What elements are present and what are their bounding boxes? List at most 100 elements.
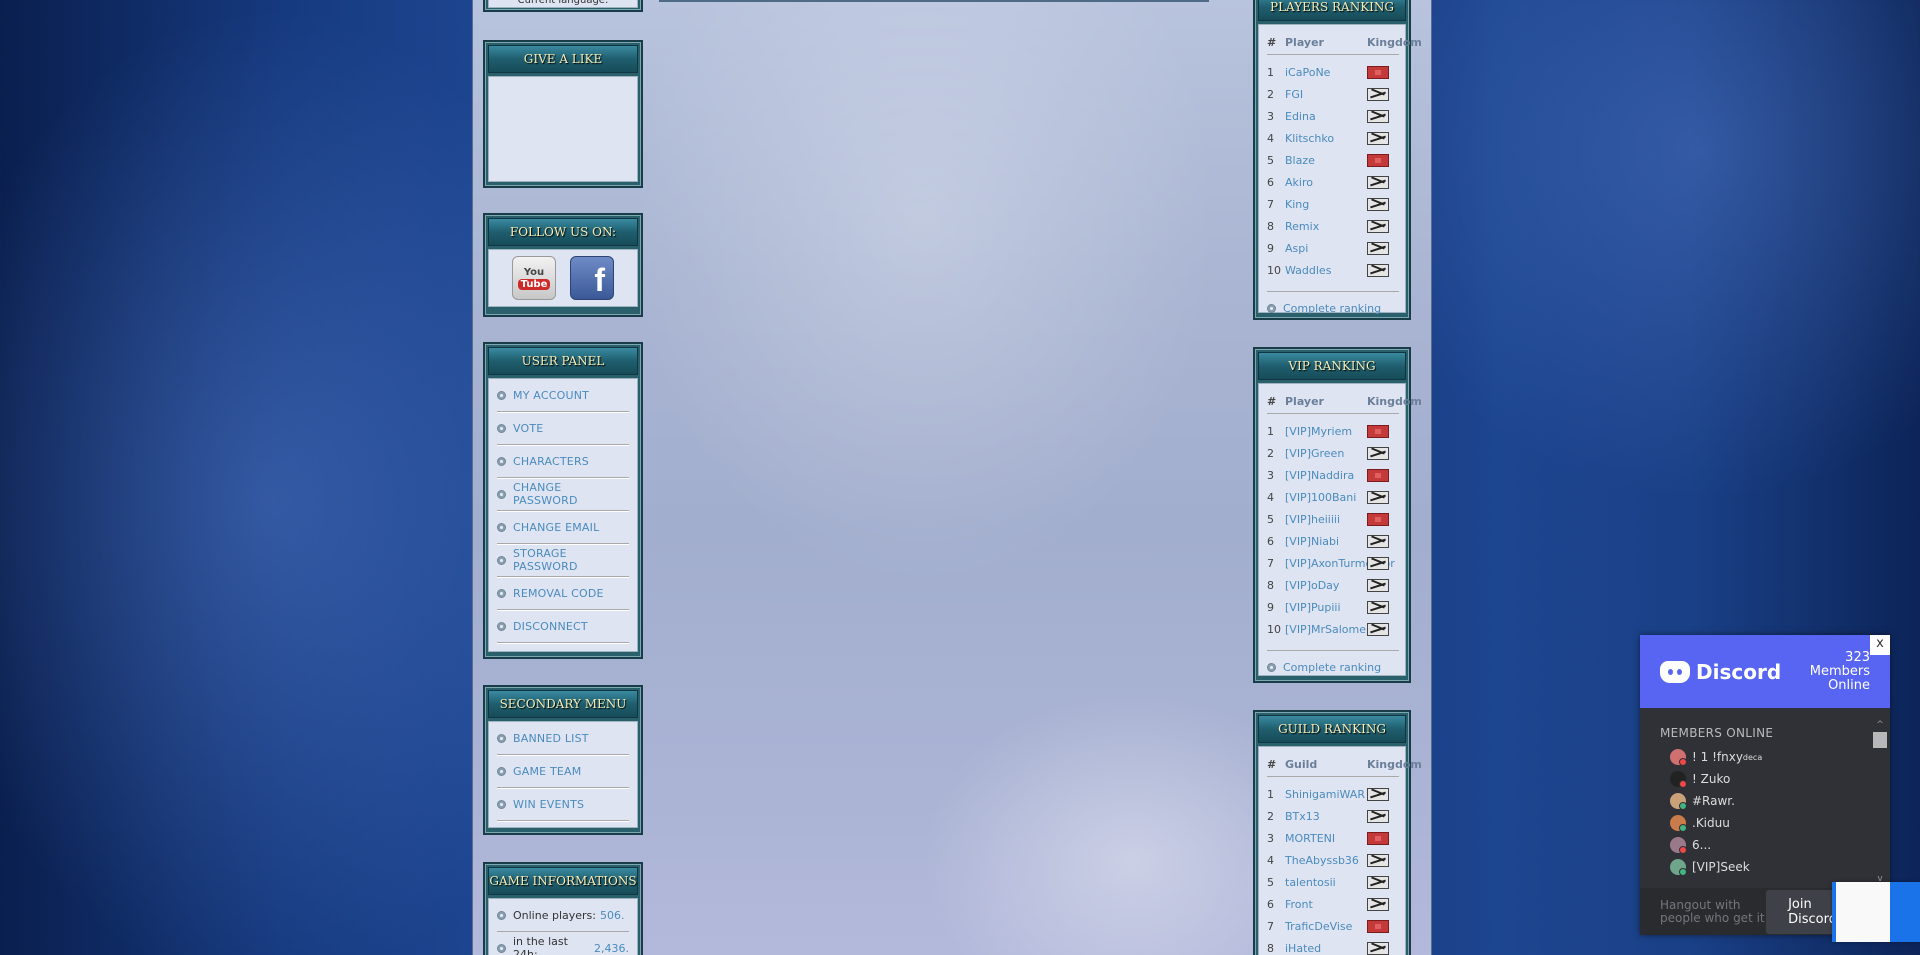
like-widget-area[interactable] [488,76,638,182]
ranking-name-link[interactable]: Remix [1285,220,1367,233]
ranking-name-link[interactable]: King [1285,198,1367,211]
discord-member[interactable]: ! Zuko [1660,768,1870,790]
ranking-name-link[interactable]: [VIP]AxonTurmentor [1285,557,1395,570]
discord-member[interactable]: .Kiduu [1660,812,1870,834]
recaptcha-badge[interactable] [1832,882,1920,942]
players-ranking-table: # Player Kingdom 1 iCaPoNe 2 FGI 3 Edina 4 Klitsch… [1259,25,1422,281]
secondary-menu: BANNED LIST GAME TEAM WIN EVENTS [488,721,638,828]
header-num: # [1267,36,1277,49]
menu-banned-list[interactable]: BANNED LIST [497,722,629,755]
discord-logo[interactable]: Discord [1660,660,1781,684]
ranking-name-link[interactable]: [VIP]Green [1285,447,1367,460]
ranking-name-link[interactable]: TheAbyssb36 [1285,854,1367,867]
kingdom-cell [1367,897,1397,911]
ranking-name-link[interactable]: TraficDeVise [1285,920,1367,933]
social-links: You Tube f [488,249,638,307]
menu-my-account[interactable]: MY ACCOUNT [497,379,629,412]
bullet-icon [497,555,506,565]
bullet-icon [497,489,506,499]
ranking-name-link[interactable]: [VIP]oDay [1285,579,1367,592]
youtube-icon[interactable]: You Tube [512,256,556,300]
ranking-row: 1 iCaPoNe [1267,61,1399,83]
ranking-name-link[interactable]: [VIP]MrSalome [1285,623,1367,636]
ranking-name-link[interactable]: Front [1285,898,1367,911]
ranking-name-link[interactable]: MORTENI [1285,832,1367,845]
language-box: Current language: [483,0,643,12]
ranking-name-link[interactable]: FGI [1285,88,1367,101]
ranking-name-link[interactable]: Blaze [1285,154,1367,167]
kingdom-flag-icon [1367,600,1389,614]
kingdom-cell [1367,853,1397,867]
member-name: ! Zuko [1692,772,1731,786]
member-avatar [1670,793,1687,810]
user-panel-title: USER PANEL [488,347,638,375]
discord-member[interactable]: 6... [1660,834,1870,856]
discord-members-panel: MEMBERS ONLINE ! 1 !fnxy deca ! Zuko #Rawr.… [1640,708,1890,888]
ranking-name-link[interactable]: Akiro [1285,176,1367,189]
scroll-thumb[interactable] [1873,732,1887,748]
kingdom-flag-icon [1367,153,1389,167]
ranking-name-link[interactable]: Klitschko [1285,132,1367,145]
ranking-name-link[interactable]: [VIP]Pupiii [1285,601,1367,614]
stat-value: 506. [600,908,625,922]
header-kingdom: Kingdom [1367,395,1422,408]
scroll-up-icon[interactable]: ^ [1873,720,1887,730]
bullet-icon [497,621,506,631]
ranking-name-link[interactable]: iCaPoNe [1285,66,1367,79]
ranking-name-link[interactable]: Aspi [1285,242,1367,255]
discord-close-button[interactable]: x [1870,635,1890,655]
vip-ranking-box: VIP RANKING # Player Kingdom 1 [VIP]Myriem 2 [… [1253,347,1422,683]
menu-label: CHANGE EMAIL [513,520,600,534]
ranking-header-row: # Guild Kingdom [1267,753,1422,777]
menu-change-email[interactable]: CHANGE EMAIL [497,511,629,544]
kingdom-flag-icon [1367,219,1389,233]
main-content-topline [659,0,1209,2]
kingdom-cell [1367,556,1397,570]
ranking-name-link[interactable]: BTx13 [1285,810,1367,823]
ranking-name-link[interactable]: [VIP]heiiiii [1285,513,1367,526]
kingdom-flag-icon [1367,109,1389,123]
ranking-name-link[interactable]: ShinigamiWAR [1285,788,1367,801]
rank-number: 2 [1267,446,1274,460]
ranking-name-link[interactable]: Edina [1285,110,1367,123]
discord-member[interactable]: [VIP]Seek [1660,856,1870,878]
kingdom-cell [1367,875,1397,889]
menu-game-team[interactable]: GAME TEAM [497,755,629,788]
kingdom-flag-icon [1367,556,1389,570]
ranking-name-link[interactable]: [VIP]Niabi [1285,535,1367,548]
kingdom-cell [1367,175,1397,189]
complete-ranking-link[interactable]: Complete ranking [1267,650,1399,682]
discord-scrollbar[interactable]: ^ v [1873,720,1887,884]
ranking-name-link[interactable]: iHated [1285,942,1367,955]
bullet-icon [1267,663,1276,672]
kingdom-cell [1367,622,1397,636]
complete-ranking-link[interactable]: Complete ranking [1267,291,1399,323]
discord-member[interactable]: ! 1 !fnxy deca [1660,746,1870,768]
menu-storage-password[interactable]: STORAGE PASSWORD [497,544,629,577]
menu-vote[interactable]: VOTE [497,412,629,445]
ranking-name-link[interactable]: [VIP]100Bani [1285,491,1367,504]
rank-number: 3 [1267,109,1274,123]
players-ranking-title: PLAYERS RANKING [1258,0,1406,21]
ranking-name-link[interactable]: talentosii [1285,876,1367,889]
ranking-name-link[interactable]: [VIP]Naddira [1285,469,1367,482]
kingdom-cell [1367,153,1397,167]
rank-number: 4 [1267,490,1274,504]
menu-disconnect[interactable]: DISCONNECT [497,610,629,643]
kingdom-flag-icon [1367,853,1389,867]
discord-member[interactable]: #Rawr. [1660,790,1870,812]
bullet-icon [497,766,506,776]
discord-icon [1660,660,1690,683]
menu-change-password[interactable]: CHANGE PASSWORD [497,478,629,511]
ranking-name-link[interactable]: Waddles [1285,264,1367,277]
menu-win-events[interactable]: WIN EVENTS [497,788,629,821]
facebook-icon[interactable]: f [570,256,614,300]
ranking-name-link[interactable]: [VIP]Myriem [1285,425,1367,438]
rank-number: 8 [1267,219,1274,233]
rank-number: 7 [1267,197,1274,211]
menu-characters[interactable]: CHARACTERS [497,445,629,478]
stat-value: 2,436. [594,941,629,955]
discord-tagline: Hangout with people who get it [1660,897,1765,925]
menu-removal-code[interactable]: REMOVAL CODE [497,577,629,610]
menu-label: REMOVAL CODE [513,586,604,600]
